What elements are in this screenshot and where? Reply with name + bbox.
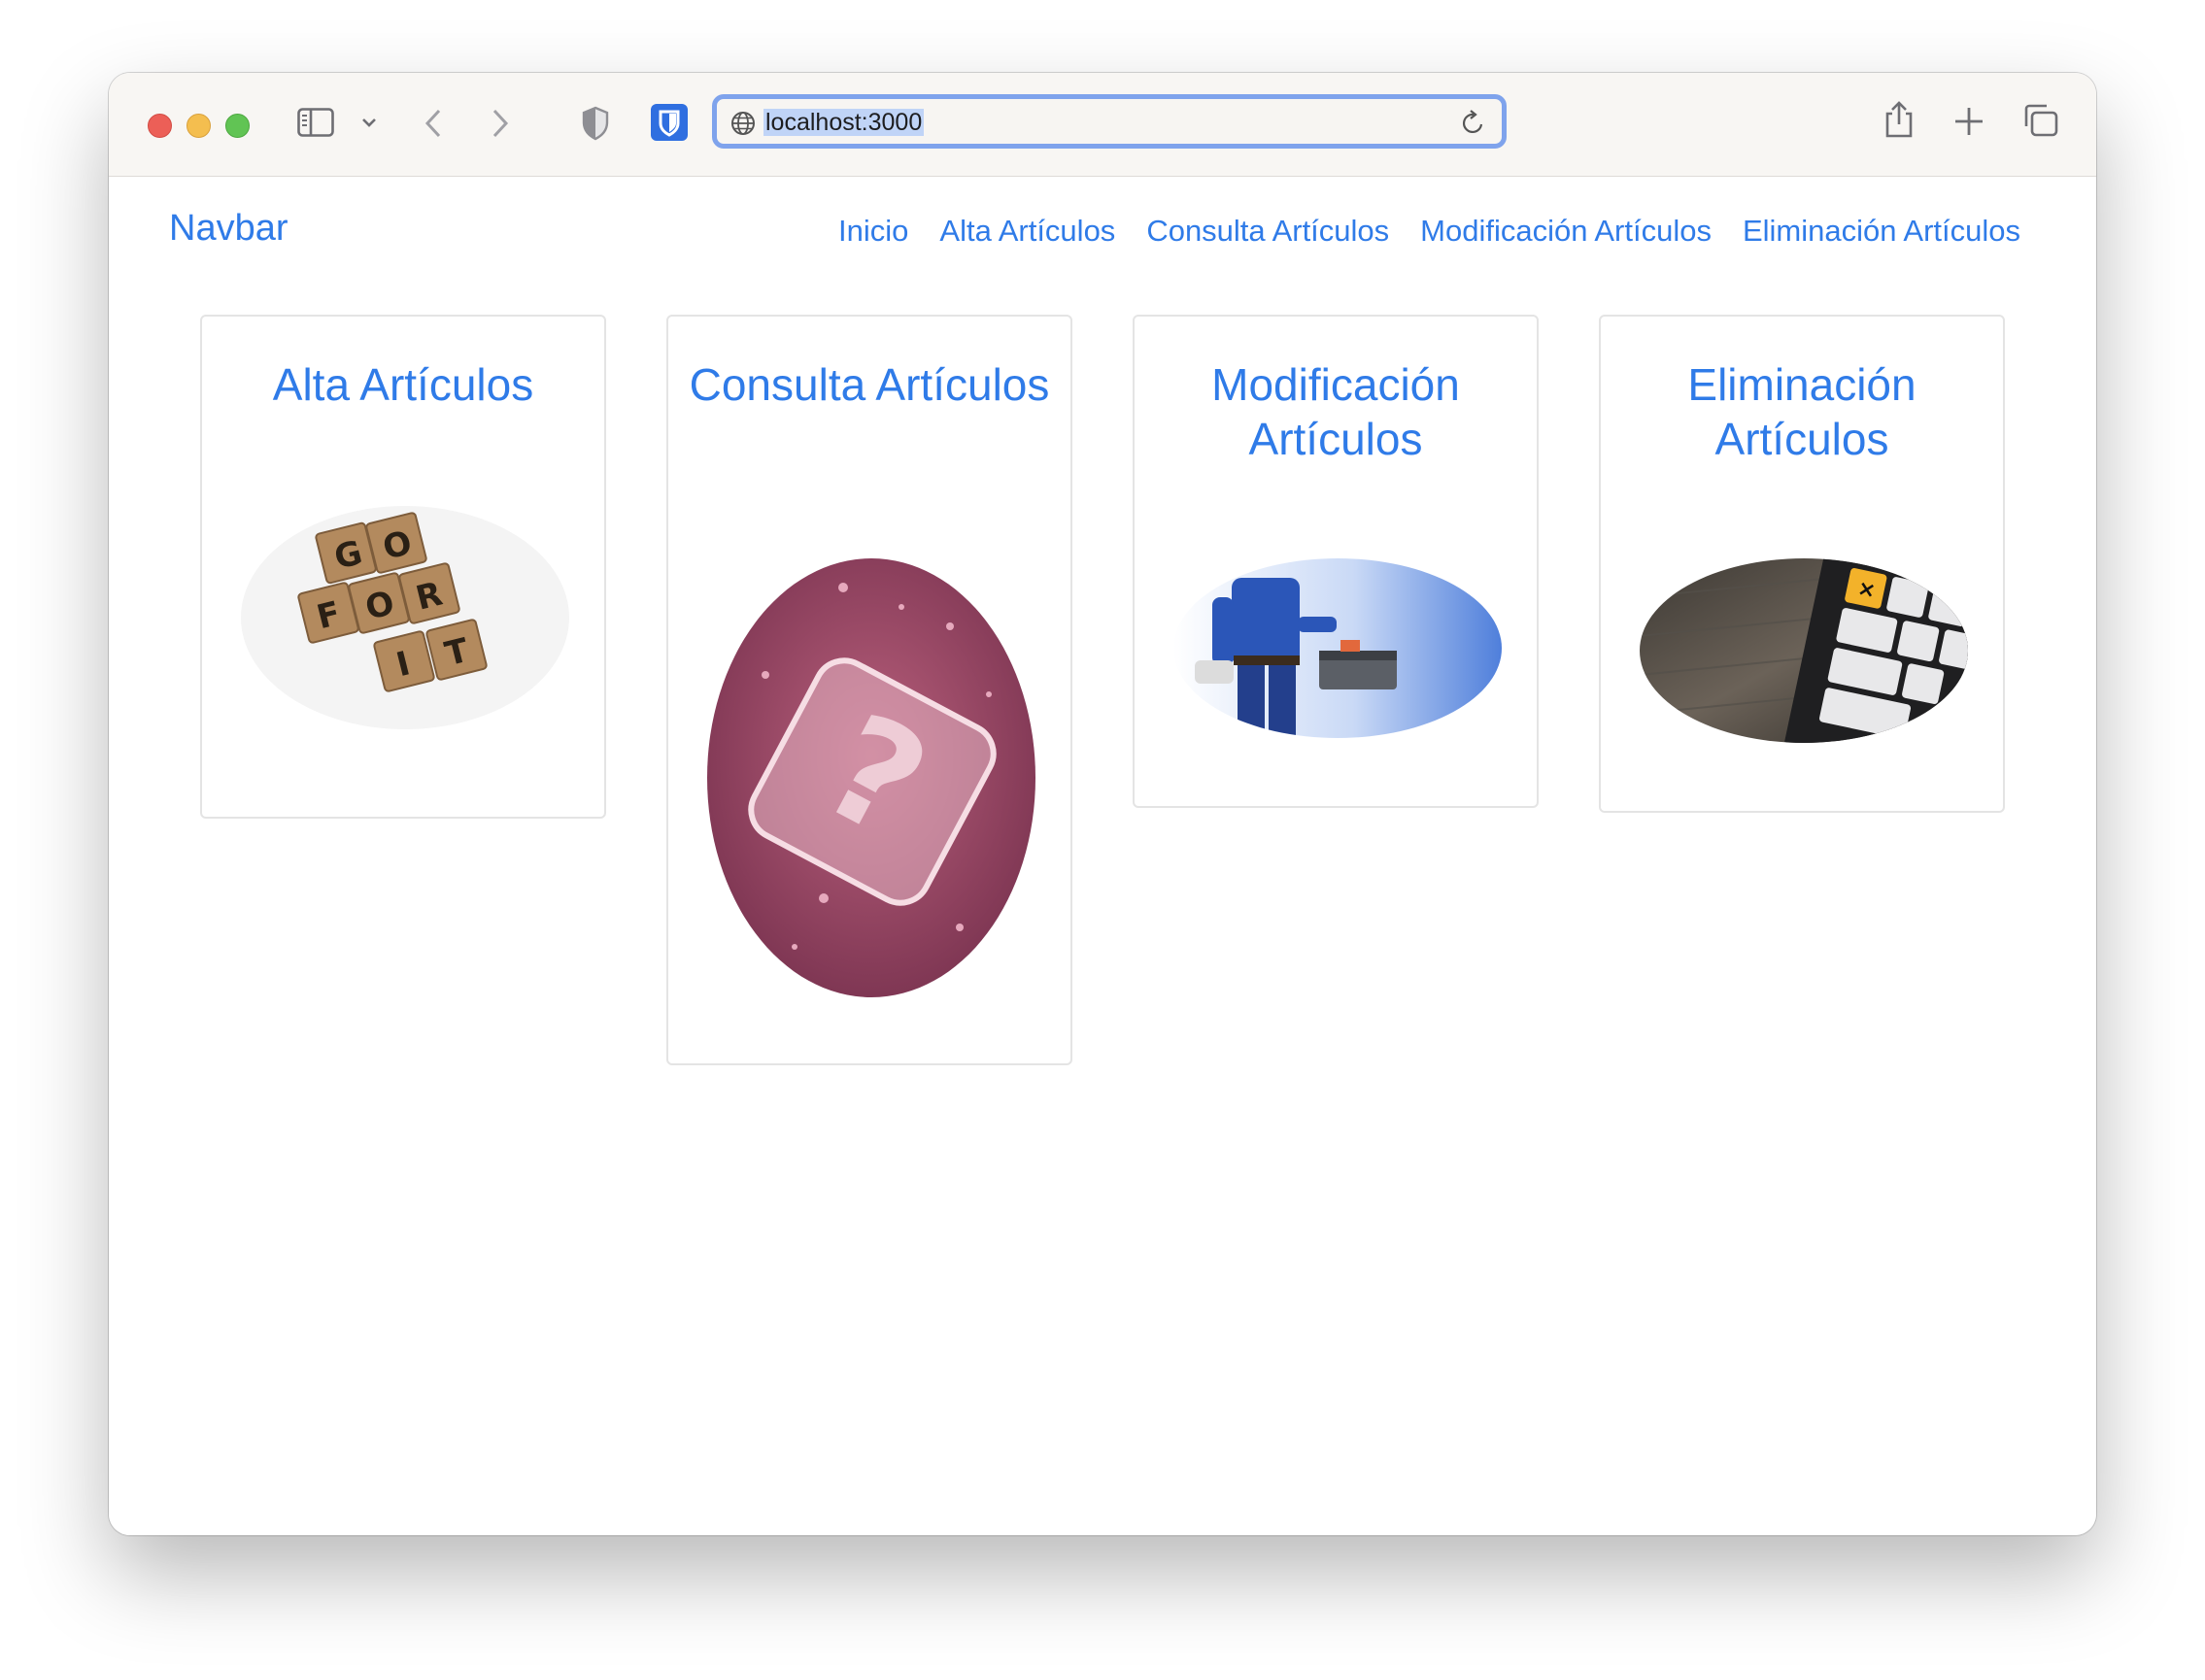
nav-link-inicio[interactable]: Inicio — [838, 214, 908, 249]
globe-icon — [730, 111, 756, 141]
keyboard-delete-key-image: × — [1640, 558, 1968, 743]
sidebar-toggle-icon[interactable] — [297, 108, 334, 137]
back-arrow-icon[interactable] — [424, 108, 443, 139]
scrabble-go-for-it-image: G O F O R I T — [241, 506, 569, 729]
card-title-eliminacion[interactable]: Eliminación Artículos — [1601, 357, 2003, 466]
card-title-consulta[interactable]: Consulta Artículos — [668, 357, 1070, 412]
page-content: Navbar Inicio Alta Artículos Consulta Ar… — [109, 177, 2096, 1535]
nav-link-modificacion[interactable]: Modificación Artículos — [1420, 214, 1712, 249]
tab-overview-icon[interactable] — [2022, 103, 2059, 138]
browser-toolbar: localhost:3000 — [109, 73, 2096, 177]
zoom-window-button[interactable] — [225, 114, 250, 138]
privacy-shield-icon[interactable] — [581, 106, 610, 141]
nav-link-eliminacion[interactable]: Eliminación Artículos — [1743, 214, 2020, 249]
nav-link-consulta[interactable]: Consulta Artículos — [1146, 214, 1389, 249]
new-tab-icon[interactable] — [1953, 106, 1984, 137]
url-text[interactable]: localhost:3000 — [763, 109, 925, 136]
question-mark-glass-image: ? — [707, 558, 1035, 997]
forward-arrow-icon[interactable] — [491, 108, 510, 139]
card-title-alta[interactable]: Alta Artículos — [202, 357, 604, 412]
card-eliminacion[interactable]: Eliminación Artículos × — [1599, 315, 2005, 813]
navbar-brand[interactable]: Navbar — [169, 208, 288, 250]
card-alta[interactable]: Alta Artículos G O F O R I T — [200, 315, 606, 819]
card-consulta[interactable]: Consulta Artículos ? — [666, 315, 1072, 1065]
bitwarden-extension-icon[interactable] — [651, 104, 688, 141]
browser-window: localhost:3000 Navbar Inicio Alta Artícu… — [109, 73, 2096, 1535]
navbar-links: Inicio Alta Artículos Consulta Artículos… — [838, 214, 2020, 249]
share-icon[interactable] — [1883, 100, 1916, 139]
address-bar[interactable]: localhost:3000 — [712, 94, 1507, 149]
reload-icon[interactable] — [1461, 110, 1486, 142]
minimize-window-button[interactable] — [187, 114, 211, 138]
card-title-modificacion[interactable]: Modificación Artículos — [1135, 357, 1537, 466]
repairman-toolbox-image — [1173, 558, 1502, 738]
nav-link-alta[interactable]: Alta Artículos — [939, 214, 1115, 249]
card-modificacion[interactable]: Modificación Artículos — [1133, 315, 1539, 808]
close-window-button[interactable] — [148, 114, 172, 138]
chevron-down-icon[interactable] — [361, 118, 377, 127]
